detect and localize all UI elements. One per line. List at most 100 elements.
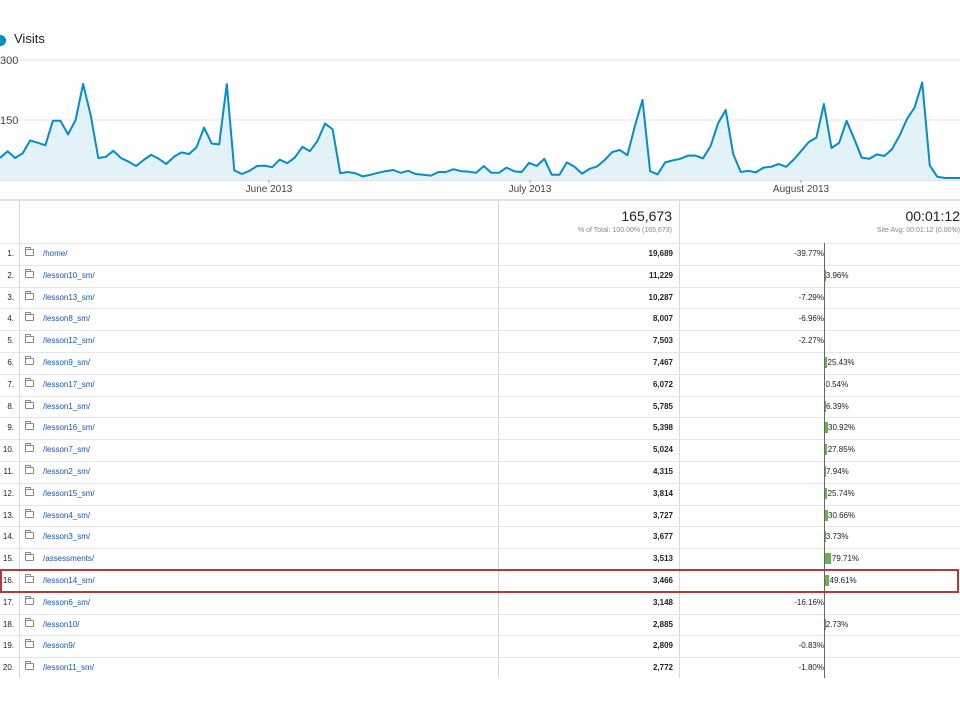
comparison-bar <box>825 553 832 565</box>
folder-icon[interactable] <box>25 334 34 344</box>
page-path-link[interactable]: /assessments/ <box>43 554 94 563</box>
page-path-link[interactable]: /lesson6_sm/ <box>43 598 90 607</box>
folder-icon[interactable] <box>25 290 34 300</box>
row-number: 3. <box>7 292 14 302</box>
visits-value: 3,727 <box>652 510 673 520</box>
comparison-percent: 3.96% <box>825 270 849 280</box>
table-row[interactable]: 5. /lesson12_sm/7,503 -2.27% <box>0 330 960 352</box>
highlight-box <box>0 569 959 593</box>
page-path-link[interactable]: /lesson9_sm/ <box>43 358 90 367</box>
visits-value: 5,024 <box>652 445 673 455</box>
table-row[interactable]: 6. /lesson9_sm/7,467 25.43% <box>0 352 960 374</box>
table-row[interactable]: 1. /home/19,689 -39.77% <box>0 243 960 265</box>
table-row[interactable]: 7. /lesson17_sm/6,072 0.54% <box>0 373 960 396</box>
row-number: 11. <box>3 467 14 476</box>
folder-icon[interactable] <box>25 530 34 540</box>
folder-icon[interactable] <box>25 421 34 431</box>
visits-value: 2,809 <box>652 641 673 651</box>
comparison-percent: 79.71% <box>831 554 860 564</box>
chart-table-divider <box>0 199 960 201</box>
table-row[interactable]: 18. /lesson10/2,885 2.73% <box>0 613 960 636</box>
page-path-link[interactable]: /lesson7_sm/ <box>43 445 90 454</box>
folder-icon[interactable] <box>25 552 34 562</box>
comparison-percent: 27.85% <box>827 445 855 455</box>
page-path-link[interactable]: /lesson9/ <box>43 641 75 650</box>
folder-icon[interactable] <box>25 356 34 365</box>
folder-icon[interactable] <box>25 399 34 409</box>
comparison-percent: -2.27% <box>798 336 824 346</box>
folder-icon[interactable] <box>25 595 34 605</box>
comparison-percent: 2.73% <box>825 619 849 629</box>
y-tick-label: 300 <box>0 55 18 67</box>
page-path-link[interactable]: /lesson11_sm/ <box>43 663 94 672</box>
visits-value: 5,785 <box>652 401 673 411</box>
page-path-link[interactable]: /lesson17_sm/ <box>43 380 95 389</box>
table-row[interactable]: 15. /assessments/3,513 79.71% <box>0 548 960 570</box>
page-path-link[interactable]: /lesson15_sm/ <box>43 489 95 498</box>
x-tick-label: August 2013 <box>773 184 830 195</box>
time-total: 00:01:12 <box>905 208 960 224</box>
page-path-link[interactable]: /lesson8_sm/ <box>43 314 90 323</box>
folder-icon[interactable] <box>25 312 34 322</box>
table-row[interactable]: 4. /lesson8_sm/8,007 -6.96% <box>0 308 960 330</box>
row-number: 18. <box>2 619 14 629</box>
visits-value: 7,503 <box>652 336 673 346</box>
visits-value: 3,513 <box>652 554 673 564</box>
page-path-link[interactable]: /lesson16_sm/ <box>43 423 95 432</box>
page-path-link[interactable]: /lesson4_sm/ <box>43 511 90 520</box>
comparison-percent: -16.16% <box>794 597 824 607</box>
folder-icon[interactable] <box>25 377 34 387</box>
page-path-link[interactable]: /lesson13_sm/ <box>43 293 95 302</box>
folder-icon[interactable] <box>25 247 34 256</box>
folder-icon[interactable] <box>25 486 34 496</box>
row-number: 7. <box>7 379 14 389</box>
folder-icon[interactable] <box>25 443 34 453</box>
table-row[interactable]: 8. /lesson1_sm/5,785 6.39% <box>0 395 960 418</box>
series-area <box>0 82 960 180</box>
visits-total-subtext: % of Total: 100.00% (165,673) <box>577 227 672 234</box>
row-number: 2. <box>7 270 14 280</box>
table-row[interactable]: 13. /lesson4_sm/3,727 30.66% <box>0 504 960 527</box>
time-total-subtext: Site Avg: 00:01:12 (0.00%) <box>876 227 960 234</box>
row-number: 17. <box>2 597 14 607</box>
page-path-link[interactable]: /lesson10_sm/ <box>43 271 95 280</box>
comparison-percent: 30.92% <box>828 423 856 433</box>
chart-svg: 300 150 June 2013 July 2013 August 2013 <box>0 55 960 195</box>
folder-icon[interactable] <box>25 465 34 474</box>
folder-icon[interactable] <box>25 268 34 278</box>
visits-value: 7,467 <box>652 358 673 367</box>
table-row[interactable]: 19. /lesson9/2,809 -0.83% <box>0 635 960 657</box>
visits-value: 4,315 <box>652 467 673 476</box>
table-row[interactable]: 17. /lesson6_sm/3,148 -16.16% <box>0 591 960 614</box>
page-path-link[interactable]: /home/ <box>43 249 67 258</box>
comparison-zero-line <box>824 243 825 678</box>
folder-icon[interactable] <box>25 508 34 518</box>
table-row[interactable]: 11. /lesson2_sm/4,315 7.94% <box>0 461 960 483</box>
table-row[interactable]: 10. /lesson7_sm/5,024 27.85% <box>0 439 960 461</box>
visits-value: 3,677 <box>652 532 673 542</box>
visits-value: 2,772 <box>652 663 673 673</box>
page-path-link[interactable]: /lesson1_sm/ <box>43 402 90 411</box>
row-number: 6. <box>7 358 14 367</box>
table-row[interactable]: 20. /lesson11_sm/2,772 -1.80% <box>0 657 960 679</box>
visits-value: 8,007 <box>652 314 673 324</box>
folder-icon[interactable] <box>25 661 34 671</box>
page-path-link[interactable]: /lesson3_sm/ <box>43 532 90 541</box>
row-number: 4. <box>7 314 14 324</box>
table-row[interactable]: 12. /lesson15_sm/3,814 25.74% <box>0 482 960 505</box>
folder-icon[interactable] <box>25 639 34 649</box>
page-path-link[interactable]: /lesson2_sm/ <box>43 467 90 476</box>
visits-value: 3,814 <box>652 488 673 498</box>
folder-icon[interactable] <box>25 617 34 627</box>
table-row[interactable]: 3. /lesson13_sm/10,287 -7.29% <box>0 286 960 309</box>
table-row[interactable]: 9. /lesson16_sm/5,398 30.92% <box>0 417 960 439</box>
visits-value: 3,148 <box>652 597 673 607</box>
table-row[interactable]: 14. /lesson3_sm/3,677 3.73% <box>0 526 960 548</box>
table-row[interactable]: 2. /lesson10_sm/11,229 3.96% <box>0 264 960 287</box>
comparison-percent: 0.54% <box>825 379 849 389</box>
row-number: 15. <box>2 554 14 564</box>
page-path-link[interactable]: /lesson10/ <box>43 620 79 629</box>
page-path-link[interactable]: /lesson12_sm/ <box>43 336 95 345</box>
row-number: 1. <box>7 249 14 258</box>
x-tick-label: July 2013 <box>509 184 552 195</box>
